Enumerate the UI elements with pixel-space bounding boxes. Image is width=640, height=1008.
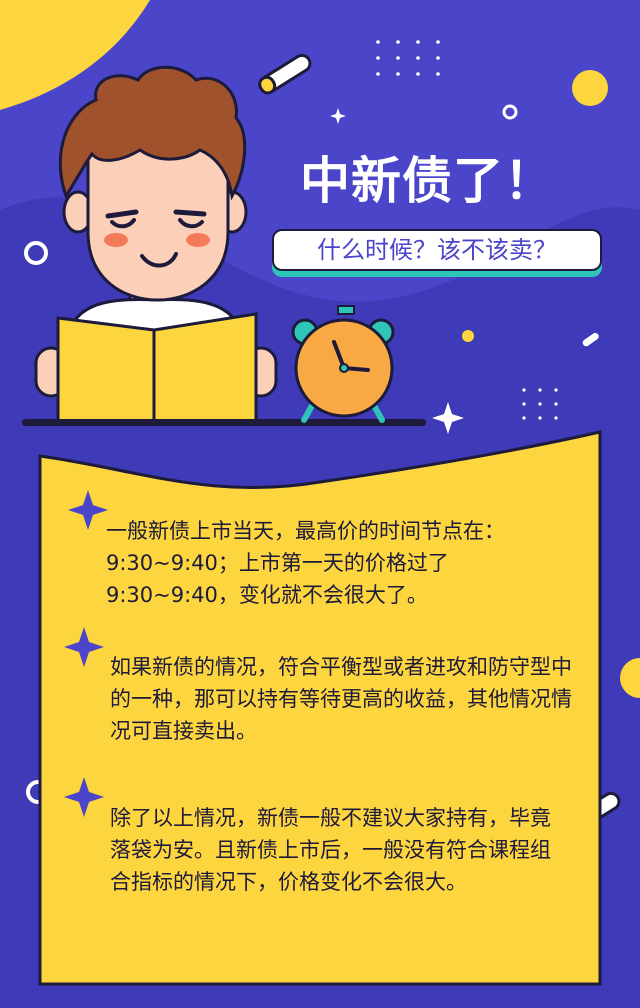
subtitle-text: 什么时候？该不该卖？ (317, 236, 557, 264)
sparkle-icon (330, 108, 346, 124)
dot-grid-icon (376, 40, 440, 76)
ring-icon (502, 104, 518, 120)
paragraph-2: 如果新债的情况，符合平衡型或者进攻和防守型中的一种，那可以持有等待更高的收益，其… (110, 655, 572, 743)
chalk-icon (258, 53, 312, 95)
page-title: 中新债了！ (300, 152, 555, 210)
subtitle-banner: 什么时候？该不该卖？ (272, 229, 602, 271)
book-icon (56, 312, 258, 424)
paragraph-1: 一般新债上市当天，最高价的时间节点在：9:30~9:40；上市第一天的价格过了9… (106, 519, 505, 607)
yellow-dot-icon (572, 70, 608, 106)
desk-line (22, 419, 426, 426)
paragraph-3: 除了以上情况，新债一般不建议大家持有，毕竟落袋为安。且新债上市后，一般没有符合课… (110, 806, 551, 894)
poster: 中新债了！ 什么时候？该不该卖？ 一般新债上市当天，最高价的时间节点在：9:30… (0, 0, 640, 1008)
yellow-dot-icon (462, 330, 474, 342)
